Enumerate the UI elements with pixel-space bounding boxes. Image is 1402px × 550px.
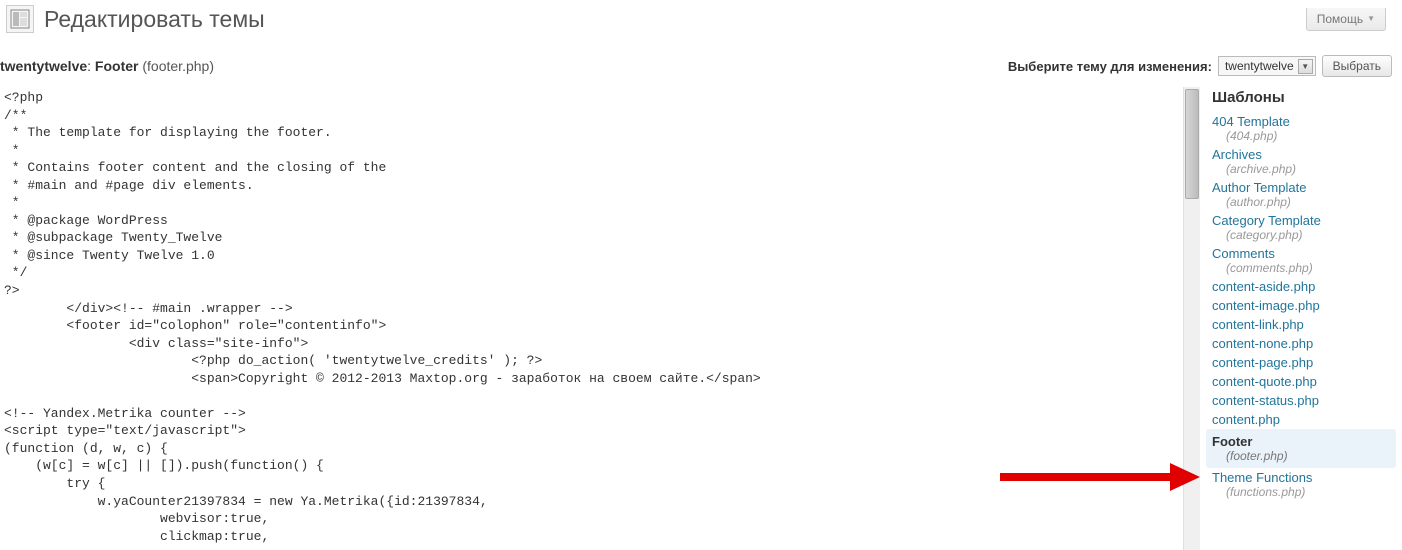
templates-sidebar: Шаблоны 404 Template(404.php)Archives(ar… <box>1202 87 1402 550</box>
templates-heading: Шаблоны <box>1212 89 1396 106</box>
code-editor[interactable] <box>0 87 1180 547</box>
template-link[interactable]: Comments <box>1212 246 1275 261</box>
template-item: Theme Functions(functions.php) <box>1212 468 1396 501</box>
help-label: Помощь <box>1317 12 1363 26</box>
template-filename: (functions.php) <box>1212 485 1396 499</box>
template-item: content-aside.php <box>1212 277 1396 296</box>
theme-select[interactable]: twentytwelve ▼ <box>1218 56 1316 76</box>
template-filename: (404.php) <box>1212 129 1396 143</box>
template-item-active: Footer(footer.php) <box>1206 429 1396 468</box>
template-link[interactable]: content-status.php <box>1212 393 1319 408</box>
template-link[interactable]: Category Template <box>1212 213 1321 228</box>
theme-select-value: twentytwelve <box>1221 58 1298 74</box>
page-title: Редактировать темы <box>44 5 265 33</box>
template-item: content-page.php <box>1212 353 1396 372</box>
template-item: Category Template(category.php) <box>1212 211 1396 244</box>
template-link[interactable]: 404 Template <box>1212 114 1290 129</box>
template-link[interactable]: content-image.php <box>1212 298 1320 313</box>
template-link[interactable]: content.php <box>1212 412 1280 427</box>
template-item: content-image.php <box>1212 296 1396 315</box>
template-link[interactable]: Author Template <box>1212 180 1306 195</box>
theme-editor-icon <box>6 5 34 33</box>
template-filename: (archive.php) <box>1212 162 1396 176</box>
template-item: Author Template(author.php) <box>1212 178 1396 211</box>
template-item: Comments(comments.php) <box>1212 244 1396 277</box>
template-item: content.php <box>1212 410 1396 429</box>
template-filename: (category.php) <box>1212 228 1396 242</box>
select-theme-button[interactable]: Выбрать <box>1322 55 1392 77</box>
template-item: content-link.php <box>1212 315 1396 334</box>
template-filename: (comments.php) <box>1212 261 1396 275</box>
template-item: 404 Template(404.php) <box>1212 112 1396 145</box>
template-item: content-quote.php <box>1212 372 1396 391</box>
template-link[interactable]: Theme Functions <box>1212 470 1312 485</box>
chevron-down-icon: ▼ <box>1298 59 1313 74</box>
chevron-down-icon: ▼ <box>1367 14 1375 23</box>
template-link[interactable]: content-link.php <box>1212 317 1304 332</box>
template-link[interactable]: content-aside.php <box>1212 279 1315 294</box>
theme-select-label: Выберите тему для изменения: <box>1008 59 1212 74</box>
template-filename: (author.php) <box>1212 195 1396 209</box>
template-link[interactable]: content-quote.php <box>1212 374 1317 389</box>
template-item: Archives(archive.php) <box>1212 145 1396 178</box>
template-link[interactable]: content-none.php <box>1212 336 1313 351</box>
current-file-label: twentytwelve: Footer (footer.php) <box>0 58 214 74</box>
template-item: content-status.php <box>1212 391 1396 410</box>
template-link[interactable]: Archives <box>1212 147 1262 162</box>
scrollbar-thumb[interactable] <box>1185 89 1199 199</box>
template-link[interactable]: content-page.php <box>1212 355 1313 370</box>
editor-scrollbar[interactable] <box>1183 87 1200 550</box>
template-link[interactable]: Footer <box>1212 434 1252 449</box>
template-filename: (footer.php) <box>1212 449 1390 463</box>
template-item: content-none.php <box>1212 334 1396 353</box>
help-button[interactable]: Помощь ▼ <box>1306 8 1386 31</box>
